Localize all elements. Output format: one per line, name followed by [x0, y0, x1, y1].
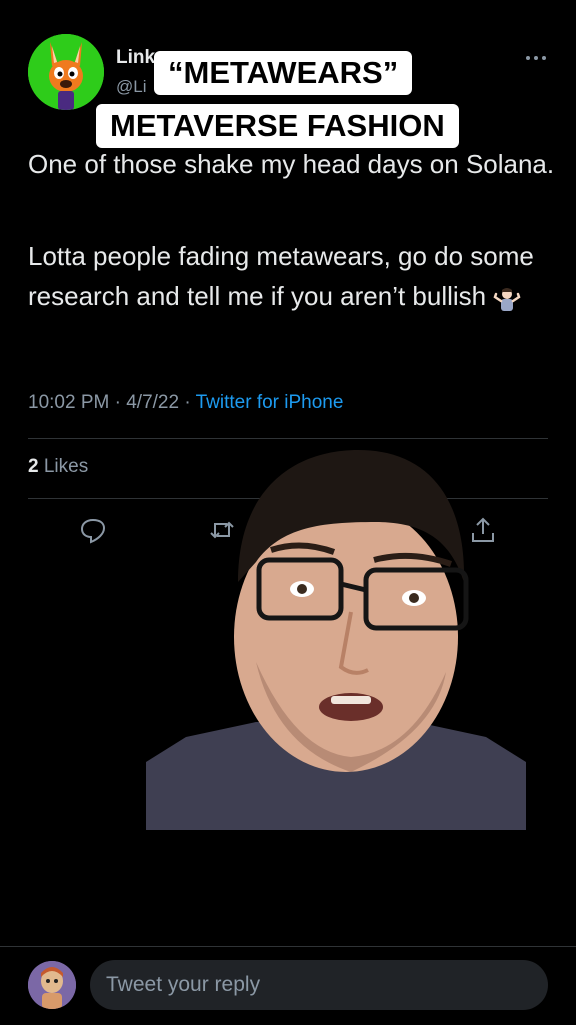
user-avatar-icon	[28, 961, 76, 1009]
tweet-time: 10:02 PM	[28, 392, 110, 413]
tweet-source-link[interactable]: Twitter for iPhone	[196, 392, 344, 413]
likes-number: 2	[28, 456, 39, 477]
person-shrugging-emoji-icon	[493, 288, 521, 312]
reply-icon[interactable]	[78, 515, 108, 545]
caption-line-1: “METAWEARS”	[154, 51, 413, 95]
reply-input[interactable]	[90, 960, 548, 1010]
presenter-video	[146, 450, 526, 830]
likes-count[interactable]: 2 Likes	[28, 456, 88, 478]
author-handle[interactable]: @Li	[116, 77, 147, 97]
meta-separator: ·	[184, 392, 191, 413]
tweet-date: 4/7/22	[126, 392, 180, 413]
tweet-meta: 10:02 PM · 4/7/22 · Twitter for iPhone	[28, 392, 343, 414]
likes-label: Likes	[43, 456, 89, 477]
author-name[interactable]: Link	[116, 47, 155, 69]
meta-separator: ·	[114, 392, 121, 413]
tweet-text-line-2: Lotta people fading metawears, go do som…	[28, 236, 558, 316]
reply-bar	[0, 946, 576, 1025]
more-dots-icon[interactable]	[522, 48, 550, 68]
tweet-text-line-2-text: Lotta people fading metawears, go do som…	[28, 241, 534, 311]
caption-line-2: METAVERSE FASHION	[96, 104, 459, 148]
user-avatar[interactable]	[28, 961, 76, 1009]
author-avatar[interactable]	[28, 34, 104, 110]
fox-avatar-icon	[28, 34, 104, 110]
tweet-text-line-1: One of those shake my head days on Solan…	[28, 149, 555, 179]
